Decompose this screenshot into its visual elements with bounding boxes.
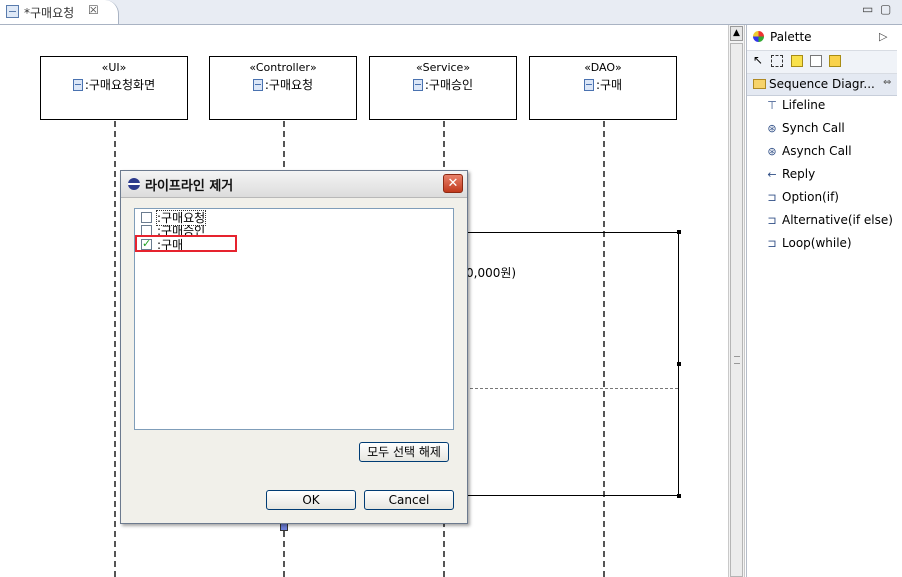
lifeline-stereotype: «DAO»	[584, 61, 622, 74]
folder-open-icon	[753, 79, 766, 89]
lifeline-stereotype: «UI»	[101, 61, 127, 74]
palette-item-label: Synch Call	[782, 121, 845, 135]
lifeline-name: :구매	[595, 78, 623, 92]
deselect-all-button[interactable]: 모두 선택 해제	[359, 442, 449, 462]
class-icon	[412, 79, 423, 91]
palette-drawer-sequence[interactable]: Sequence Diagr... ⇔	[747, 74, 897, 96]
palette-item-asynch-call[interactable]: ⊛ Asynch Call	[765, 144, 852, 164]
lifeline-name: :구매요청	[264, 78, 314, 92]
lifeline-icon: ⊤	[767, 99, 777, 112]
alternative-icon: ⊐	[767, 214, 777, 227]
palette-item-label: Reply	[782, 167, 816, 181]
editor-tab-title: *구매요청	[24, 6, 75, 20]
palette-header: Palette ▷	[747, 25, 902, 49]
synch-call-icon: ⊛	[767, 122, 777, 135]
vertical-scrollbar[interactable]: ▲	[728, 25, 745, 577]
lifeline-name: :구매승인	[424, 78, 474, 92]
highlight-annotation-box	[135, 235, 237, 252]
eclipse-icon	[128, 178, 140, 190]
dialog-close-button[interactable]: ✕	[443, 174, 463, 193]
palette-toolbar: ↖	[747, 50, 897, 74]
palette-item-loop[interactable]: ⊐ Loop(while)	[765, 236, 852, 256]
editor-tab-strip: *구매요청 ☒ ▭ ▢	[0, 0, 902, 25]
sequence-diagram-file-icon	[6, 5, 19, 18]
note-attachment-tool-icon[interactable]	[829, 55, 841, 67]
note-tool-icon[interactable]	[791, 55, 803, 67]
ok-button[interactable]: OK	[266, 490, 356, 510]
lifeline-ui-line	[114, 121, 116, 577]
lifeline-service[interactable]: «Service» :구매승인	[369, 56, 517, 120]
selection-handle[interactable]	[677, 230, 681, 234]
scroll-up-icon[interactable]: ▲	[730, 26, 743, 41]
lifeline-name: :구매요청화면	[84, 78, 156, 92]
dialog-title-bar[interactable]: 라이프라인 제거 ✕	[121, 171, 467, 198]
reply-icon: ←	[767, 168, 777, 181]
palette-item-option[interactable]: ⊐ Option(if)	[765, 190, 839, 210]
fragment-guard-text: 0,000원)	[466, 266, 517, 280]
editor-tab[interactable]: *구매요청 ☒	[0, 0, 119, 24]
palette-item-label: Alternative(if else)	[782, 213, 893, 227]
palette-item-alternative[interactable]: ⊐ Alternative(if else)	[765, 213, 893, 233]
palette-panel: Palette ▷ ↖ Sequence Diagr... ⇔ ⊤ Lifelin…	[746, 25, 902, 577]
pin-icon[interactable]: ⇔	[883, 77, 891, 88]
lifeline-dao[interactable]: «DAO» :구매	[529, 56, 677, 120]
palette-item-lifeline[interactable]: ⊤ Lifeline	[765, 98, 825, 118]
palette-title: Palette	[770, 30, 812, 44]
lifeline-stereotype: «Service»	[415, 61, 471, 74]
palette-item-reply[interactable]: ← Reply	[765, 167, 815, 187]
minimize-icon[interactable]: ▭	[862, 2, 873, 16]
lifeline-controller[interactable]: «Controller» :구매요청	[209, 56, 357, 120]
select-tool-icon[interactable]: ↖	[753, 53, 765, 67]
selection-handle[interactable]	[677, 362, 681, 366]
checkbox[interactable]	[141, 212, 152, 223]
option-icon: ⊐	[767, 191, 777, 204]
lifeline-ui[interactable]: «UI» :구매요청화면	[40, 56, 188, 120]
palette-icon	[753, 31, 764, 42]
drawer-label: Sequence Diagr...	[769, 77, 875, 91]
palette-item-label: Option(if)	[782, 190, 839, 204]
palette-collapse-icon[interactable]: ▷	[879, 30, 887, 43]
class-icon	[583, 79, 594, 91]
palette-item-label: Asynch Call	[782, 144, 852, 158]
cancel-button[interactable]: Cancel	[364, 490, 454, 510]
tab-close-icon[interactable]: ☒	[88, 3, 99, 17]
maximize-icon[interactable]: ▢	[880, 2, 891, 16]
palette-item-synch-call[interactable]: ⊛ Synch Call	[765, 121, 845, 141]
palette-item-label: Loop(while)	[782, 236, 852, 250]
marquee-tool-icon[interactable]	[771, 55, 783, 67]
palette-item-label: Lifeline	[782, 98, 826, 112]
list-item-label: :구매요청	[155, 210, 207, 226]
class-icon	[72, 79, 83, 91]
asynch-call-icon: ⊛	[767, 145, 777, 158]
selection-handle[interactable]	[677, 494, 681, 498]
lifeline-stereotype: «Controller»	[249, 61, 317, 74]
remove-lifeline-dialog: 라이프라인 제거 ✕ :구매요청 :구매승인 :구매 모두 선택 해제 OK C…	[120, 170, 468, 524]
fragment-operand-divider	[465, 388, 678, 389]
loop-icon: ⊐	[767, 237, 777, 250]
text-tool-icon[interactable]	[810, 55, 822, 67]
grip-icon	[734, 356, 740, 364]
scrollbar-thumb[interactable]	[730, 43, 743, 577]
dialog-title: 라이프라인 제거	[145, 179, 234, 194]
class-icon	[252, 79, 263, 91]
